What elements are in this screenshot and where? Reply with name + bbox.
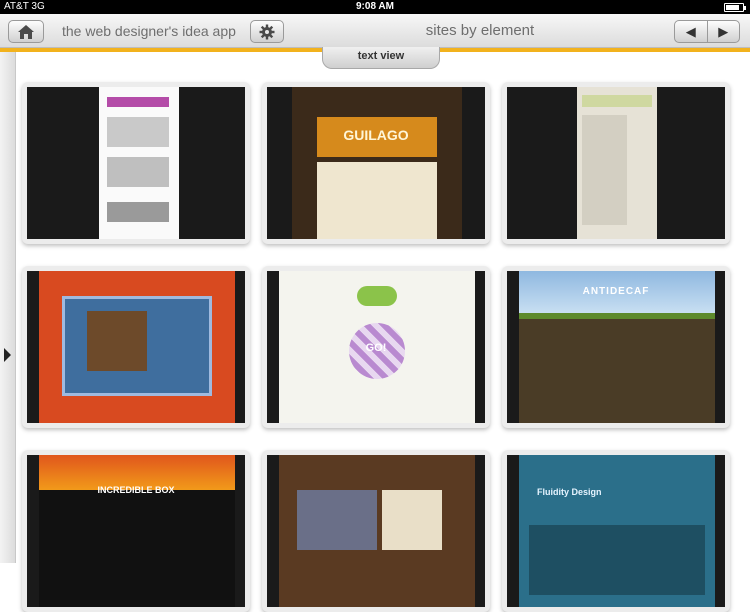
site-thumbnail[interactable] (22, 266, 250, 428)
thumbnail-image (267, 455, 485, 607)
thumbnail-image (27, 87, 245, 239)
settings-button[interactable] (250, 20, 284, 43)
app-name: the web designer's idea app (62, 23, 236, 39)
site-thumbnail[interactable] (22, 82, 250, 244)
thumbnail-image (27, 271, 245, 423)
thumbnail-image: GUILAGO (267, 87, 485, 239)
thumbnail-image: Fluidity Design (507, 455, 725, 607)
thumbnail-caption: INCREDIBLE BOX (97, 485, 175, 495)
thumbnail-caption: GUILAGO (343, 127, 409, 143)
previous-button[interactable]: ◀ (675, 21, 707, 42)
site-thumbnail[interactable] (262, 450, 490, 612)
status-bar: AT&T 3G 9:08 AM (0, 0, 750, 14)
thumbnail-image (507, 87, 725, 239)
text-view-tab[interactable]: text view (322, 47, 440, 69)
left-arrow-icon: ◀ (685, 23, 696, 39)
side-drawer-handle[interactable] (0, 52, 16, 563)
thumbnail-caption: Fluidity Design (537, 487, 602, 497)
site-thumbnail[interactable]: GUILAGO (262, 82, 490, 244)
site-thumbnail[interactable]: GO! (262, 266, 490, 428)
thumbnail-caption: GO! (365, 342, 387, 354)
thumbnail-caption: ANTIDECAF (582, 286, 650, 297)
home-icon (18, 24, 34, 39)
section-title: sites by element (425, 22, 535, 39)
pager-buttons: ◀ ▶ (674, 20, 740, 43)
gear-icon (259, 24, 275, 39)
nav-bar: the web designer's idea app sites by ele… (0, 14, 750, 48)
next-button[interactable]: ▶ (706, 21, 740, 42)
thumbnail-image: INCREDIBLE BOX (27, 455, 245, 607)
battery-icon (724, 3, 746, 12)
site-thumbnail[interactable]: INCREDIBLE BOX (22, 450, 250, 612)
site-thumbnail[interactable]: ANTIDECAF (502, 266, 730, 428)
expand-arrow-icon[interactable] (4, 348, 11, 362)
clock: 9:08 AM (356, 1, 394, 12)
thumbnail-image: ANTIDECAF (507, 271, 725, 423)
right-arrow-icon: ▶ (718, 23, 729, 39)
home-button[interactable] (8, 20, 44, 43)
site-thumbnail[interactable] (502, 82, 730, 244)
site-thumbnail[interactable]: Fluidity Design (502, 450, 730, 612)
thumbnail-image: GO! (267, 271, 485, 423)
